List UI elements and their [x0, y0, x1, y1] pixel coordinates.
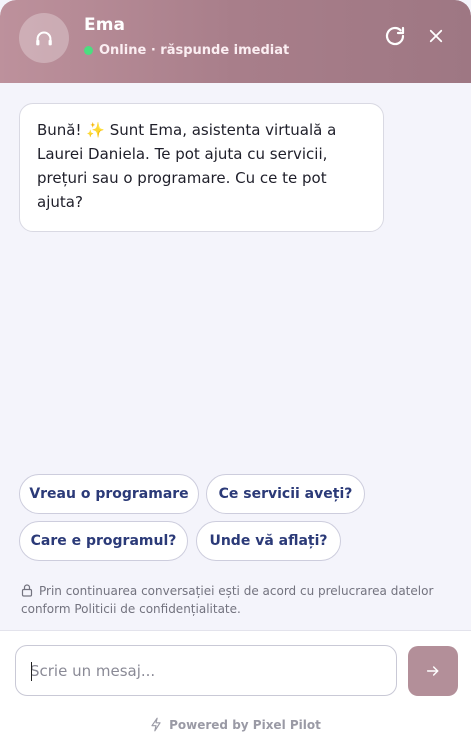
chat-header: Ema Online · răspunde imediat	[0, 0, 471, 83]
online-status-dot	[84, 46, 93, 55]
quick-reply-servicii[interactable]: Ce servicii aveți?	[206, 474, 365, 514]
message-input-box[interactable]	[15, 645, 397, 696]
quick-reply-locatie[interactable]: Unde vă aflați?	[196, 521, 341, 561]
lock-icon	[21, 584, 33, 597]
bot-message-bubble: Bună! ✨ Sunt Ema, asistenta virtuală a L…	[19, 103, 384, 232]
arrow-right-icon	[426, 666, 439, 676]
text-caret	[31, 662, 32, 681]
refresh-icon	[385, 26, 405, 46]
status-text: Online · răspunde imediat	[99, 43, 290, 58]
agent-avatar	[19, 13, 69, 63]
quick-reply-programare[interactable]: Vreau o programare	[19, 474, 199, 514]
headphones-icon	[36, 31, 52, 46]
quick-reply-program[interactable]: Care e programul?	[19, 521, 188, 561]
powered-by-text: Powered by Pixel Pilot	[169, 717, 321, 732]
privacy-text: Prin continuarea conversației ești de ac…	[21, 584, 434, 616]
bolt-icon	[151, 717, 161, 732]
refresh-button[interactable]	[382, 23, 408, 49]
close-icon	[429, 29, 443, 43]
close-button[interactable]	[423, 23, 449, 49]
composer-area: Powered by Pixel Pilot	[0, 630, 471, 739]
privacy-notice: Prin continuarea conversației ești de ac…	[21, 582, 461, 618]
agent-name: Ema	[84, 15, 126, 35]
powered-by: Powered by Pixel Pilot	[0, 717, 471, 732]
agent-status: Online · răspunde imediat	[84, 43, 289, 58]
message-input[interactable]	[30, 659, 380, 683]
send-button[interactable]	[408, 646, 458, 696]
chat-widget: Ema Online · răspunde imediat Bună! ✨ Su…	[0, 0, 471, 739]
